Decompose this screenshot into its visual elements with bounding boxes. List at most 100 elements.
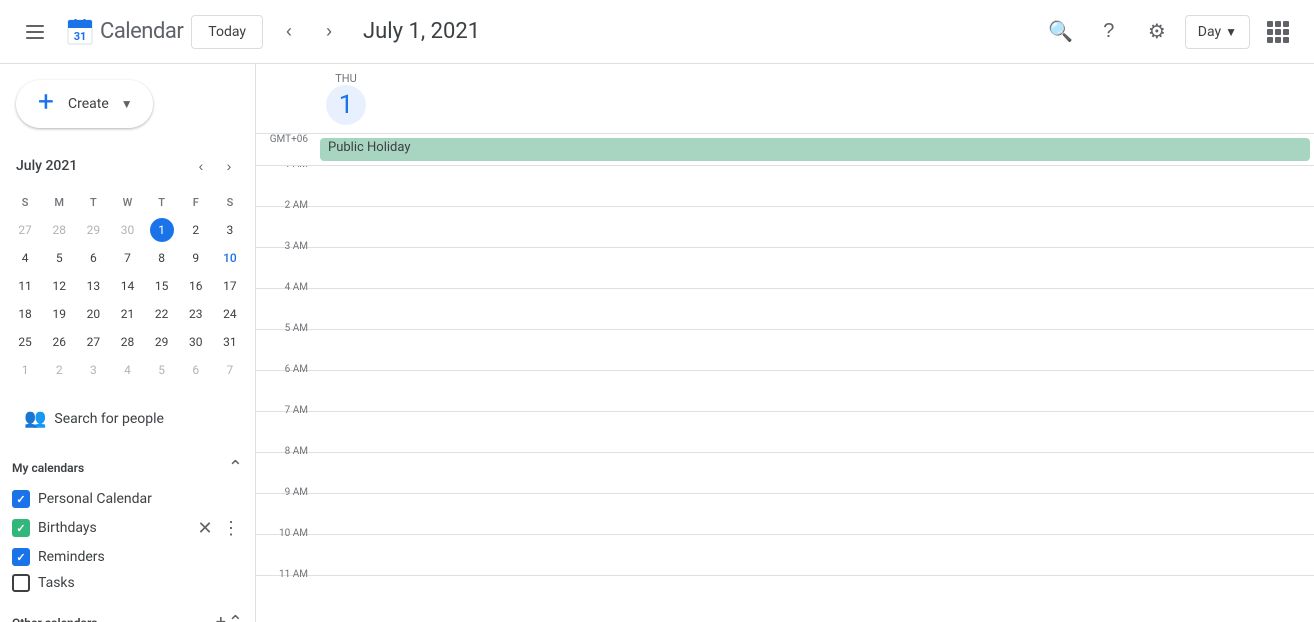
calendar-day[interactable]: 6 [179,356,213,384]
other-calendars-actions: + ⌃ [216,612,243,622]
time-slot[interactable] [316,289,1314,329]
settings-button[interactable]: ⚙ [1137,12,1177,52]
calendar-day[interactable]: 17 [213,272,247,300]
time-slot[interactable] [316,453,1314,493]
calendar-day[interactable]: 22 [145,300,179,328]
search-button[interactable]: 🔍 [1041,12,1081,52]
calendar-day[interactable]: 2 [179,216,213,244]
apps-button[interactable] [1258,12,1298,52]
time-slot[interactable] [316,166,1314,206]
calendar-day[interactable]: 29 [76,216,110,244]
calendar-day[interactable]: 5 [145,356,179,384]
calendar-day[interactable]: 29 [145,328,179,356]
calendar-day[interactable]: 3 [213,216,247,244]
calendar-checkbox[interactable] [12,574,30,592]
calendar-day[interactable]: 19 [42,300,76,328]
calendar-day[interactable]: 5 [42,244,76,272]
current-date-label: July 1, 2021 [363,19,480,44]
other-calendars-header[interactable]: Other calendars + ⌃ [0,604,255,622]
calendar-day[interactable]: 14 [110,272,144,300]
calendar-day[interactable]: 23 [179,300,213,328]
time-label: 6 AM [256,364,316,411]
calendar-day[interactable]: 30 [179,328,213,356]
calendar-checkbox[interactable] [12,548,30,566]
create-label: Create [68,96,109,112]
calendar-day[interactable]: 4 [110,356,144,384]
time-slot[interactable] [316,371,1314,411]
calendar-day[interactable]: 18 [8,300,42,328]
my-calendar-item[interactable]: Birthdays✕⋮ [0,512,255,544]
calendar-day[interactable]: 8 [145,244,179,272]
topbar-left: 31 Calendar [16,12,183,52]
prev-button[interactable]: ‹ [271,14,307,50]
create-button[interactable]: Create ▼ [16,80,153,128]
calendar-day[interactable]: 28 [110,328,144,356]
calendar-day[interactable]: 4 [8,244,42,272]
mini-prev-button[interactable]: ‹ [187,152,215,180]
mini-next-button[interactable]: › [215,152,243,180]
time-slot[interactable] [316,248,1314,288]
my-calendar-item[interactable]: Reminders [0,544,255,570]
public-holiday-event[interactable]: Public Holiday [320,138,1310,161]
time-row: 11 AM [256,575,1314,616]
time-slot[interactable] [316,535,1314,575]
calendar-day[interactable]: 20 [76,300,110,328]
calendar-day[interactable]: 24 [213,300,247,328]
time-slot[interactable] [316,207,1314,247]
search-people[interactable]: 👥 Search for people [12,400,243,437]
calendar-day[interactable]: 9 [179,244,213,272]
time-slot[interactable] [316,412,1314,452]
calendar-day[interactable]: 7 [110,244,144,272]
calendar-day[interactable]: 6 [76,244,110,272]
time-label: 3 AM [256,241,316,288]
cal-main: THU 1 GMT+06 Public Holiday 1 AM2 AM3 AM… [256,64,1314,622]
calendar-day[interactable]: 12 [42,272,76,300]
calendar-day[interactable]: 31 [213,328,247,356]
calendar-day[interactable]: 30 [110,216,144,244]
add-other-calendar-icon[interactable]: + [216,612,226,622]
calendar-day[interactable]: 27 [8,216,42,244]
gear-icon: ⚙ [1148,19,1166,44]
more-options-icon[interactable]: ⋮ [219,516,243,540]
my-calendar-item[interactable]: Personal Calendar [0,486,255,512]
time-slot[interactable] [316,494,1314,534]
my-calendar-item[interactable]: Tasks [0,570,255,596]
calendar-label: Reminders [38,549,243,565]
day-number[interactable]: 1 [326,85,366,125]
calendar-day[interactable]: 3 [76,356,110,384]
time-slot[interactable] [316,330,1314,370]
calendar-day[interactable]: 11 [8,272,42,300]
today-button[interactable]: Today [191,15,263,49]
nav-arrows: ‹ › [271,14,347,50]
calendar-day[interactable]: 10 [213,244,247,272]
next-button[interactable]: › [311,14,347,50]
calendar-day[interactable]: 2 [42,356,76,384]
menu-button[interactable] [16,12,56,52]
calendar-day[interactable]: 21 [110,300,144,328]
my-calendars-header[interactable]: My calendars ⌃ [0,449,255,486]
view-selector[interactable]: Day ▼ [1185,15,1250,49]
calendar-day[interactable]: 26 [42,328,76,356]
calendar-day[interactable]: 15 [145,272,179,300]
time-row: 3 AM [256,247,1314,288]
calendar-checkbox[interactable] [12,519,30,537]
calendar-day[interactable]: 28 [42,216,76,244]
calendar-day[interactable]: 27 [76,328,110,356]
app-title: Calendar [100,19,183,44]
time-row: 10 AM [256,534,1314,575]
calendar-day[interactable]: 13 [76,272,110,300]
main-layout: Create ▼ July 2021 ‹ › SMTWTFS 272829301… [0,64,1314,622]
time-label: 7 AM [256,405,316,452]
calendar-day[interactable]: 7 [213,356,247,384]
calendar-day[interactable]: 1 [8,356,42,384]
time-slot[interactable] [316,576,1314,616]
hamburger-icon [24,20,48,44]
calendar-day[interactable]: 1 [145,216,179,244]
calendar-day[interactable]: 16 [179,272,213,300]
weekday-header: S [8,188,42,216]
help-button[interactable]: ? [1089,12,1129,52]
calendar-checkbox[interactable] [12,490,30,508]
calendar-day[interactable]: 25 [8,328,42,356]
hide-calendar-icon[interactable]: ✕ [193,516,217,540]
time-row: 6 AM [256,370,1314,411]
